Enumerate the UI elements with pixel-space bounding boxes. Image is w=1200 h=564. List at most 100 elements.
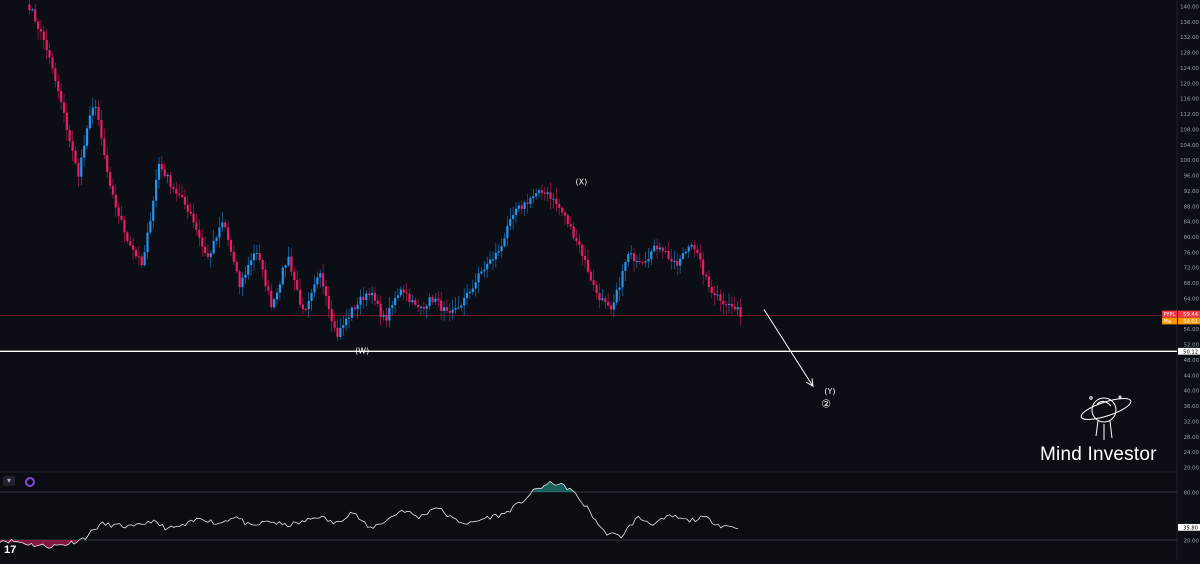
candle — [132, 245, 135, 250]
price-tick-label: 132.00 — [1180, 35, 1199, 41]
price-tick-label: 136.00 — [1180, 20, 1199, 26]
candle — [258, 253, 261, 260]
candle — [555, 198, 558, 205]
candle — [702, 259, 705, 275]
candle — [388, 307, 391, 321]
brand-logo-icon — [1080, 395, 1132, 440]
candle — [273, 299, 276, 308]
candle — [284, 265, 287, 268]
candle — [468, 291, 472, 293]
candle — [157, 163, 161, 180]
candle — [687, 246, 690, 252]
price-tag-value: 59.44 — [1183, 312, 1199, 318]
projection-arrow-head — [805, 378, 814, 388]
candle — [451, 309, 454, 313]
candle — [255, 253, 258, 255]
candle — [108, 172, 112, 186]
price-tick-label: 140.00 — [1180, 5, 1199, 11]
candle — [618, 287, 621, 290]
candle — [39, 28, 43, 32]
candle — [710, 286, 713, 293]
price-tick-label: 28.00 — [1184, 435, 1200, 441]
candle — [707, 276, 710, 287]
candle — [149, 220, 152, 233]
candle — [391, 305, 394, 308]
candle — [100, 120, 103, 139]
candle — [94, 107, 97, 109]
price-tick-label: 116.00 — [1180, 97, 1199, 103]
candle — [238, 271, 241, 288]
candle — [368, 293, 371, 296]
candle — [80, 157, 83, 177]
candle — [28, 4, 31, 11]
candle — [203, 246, 207, 254]
candle — [152, 200, 155, 221]
candle — [330, 309, 333, 322]
candle — [339, 327, 342, 338]
candle — [581, 244, 584, 257]
candle — [353, 307, 356, 310]
brand-name: Mind Investor — [1040, 444, 1157, 465]
indicator-settings-icon[interactable] — [25, 477, 35, 487]
candle — [365, 293, 368, 300]
candle — [607, 302, 610, 306]
candle — [218, 227, 221, 238]
candle — [535, 193, 538, 197]
candle — [506, 225, 509, 239]
candle — [356, 304, 359, 310]
candle — [526, 202, 529, 204]
candle — [578, 241, 581, 245]
candle — [241, 277, 244, 288]
candle — [621, 270, 624, 288]
price-tag-symbol-label: PYPL — [1164, 312, 1176, 318]
candle — [647, 259, 650, 262]
price-tick-label: 32.00 — [1184, 419, 1200, 425]
candle — [198, 229, 201, 238]
candle — [71, 141, 74, 151]
price-tick-label: 88.00 — [1184, 204, 1200, 210]
candle — [604, 298, 607, 303]
candle — [696, 249, 699, 253]
candle — [684, 251, 687, 254]
wave-label-2: ② — [821, 397, 831, 410]
oscillator-tick-label: 80.00 — [1184, 491, 1200, 497]
candle — [627, 254, 630, 263]
candle — [137, 256, 140, 258]
candle — [572, 226, 575, 238]
candle — [393, 297, 397, 306]
candle — [497, 251, 500, 253]
candle — [117, 207, 120, 216]
price-tick-label: 76.00 — [1184, 250, 1200, 256]
candle — [558, 204, 561, 208]
candle — [267, 286, 270, 291]
candle — [298, 289, 302, 305]
oscillator-tick-label: 20.00 — [1184, 539, 1200, 545]
price-tick-label: 120.00 — [1180, 81, 1199, 87]
projection-arrow — [763, 309, 814, 387]
candle — [442, 307, 446, 311]
candle — [126, 232, 129, 242]
price-tag-symbol-label: Ma — [1164, 319, 1171, 325]
price-tick-label: 92.00 — [1184, 189, 1200, 195]
price-tick-label: 40.00 — [1184, 389, 1200, 395]
candle — [247, 265, 250, 275]
candle — [491, 259, 495, 261]
candle — [347, 317, 351, 319]
price-tick-label: 20.00 — [1184, 466, 1200, 472]
candle — [730, 303, 734, 307]
candle — [454, 307, 457, 310]
collapse-chevron-icon[interactable]: ▾ — [3, 476, 15, 486]
candle — [160, 163, 163, 170]
candle — [396, 295, 400, 298]
candle — [345, 318, 348, 326]
candle — [664, 251, 667, 253]
tradingview-logo: 17 — [4, 544, 17, 556]
candle — [327, 295, 330, 310]
candle — [653, 245, 656, 252]
candle — [54, 68, 57, 82]
candle — [601, 298, 604, 301]
candle — [566, 215, 569, 225]
candle — [60, 90, 63, 103]
candle — [630, 253, 633, 255]
candle — [111, 185, 115, 195]
